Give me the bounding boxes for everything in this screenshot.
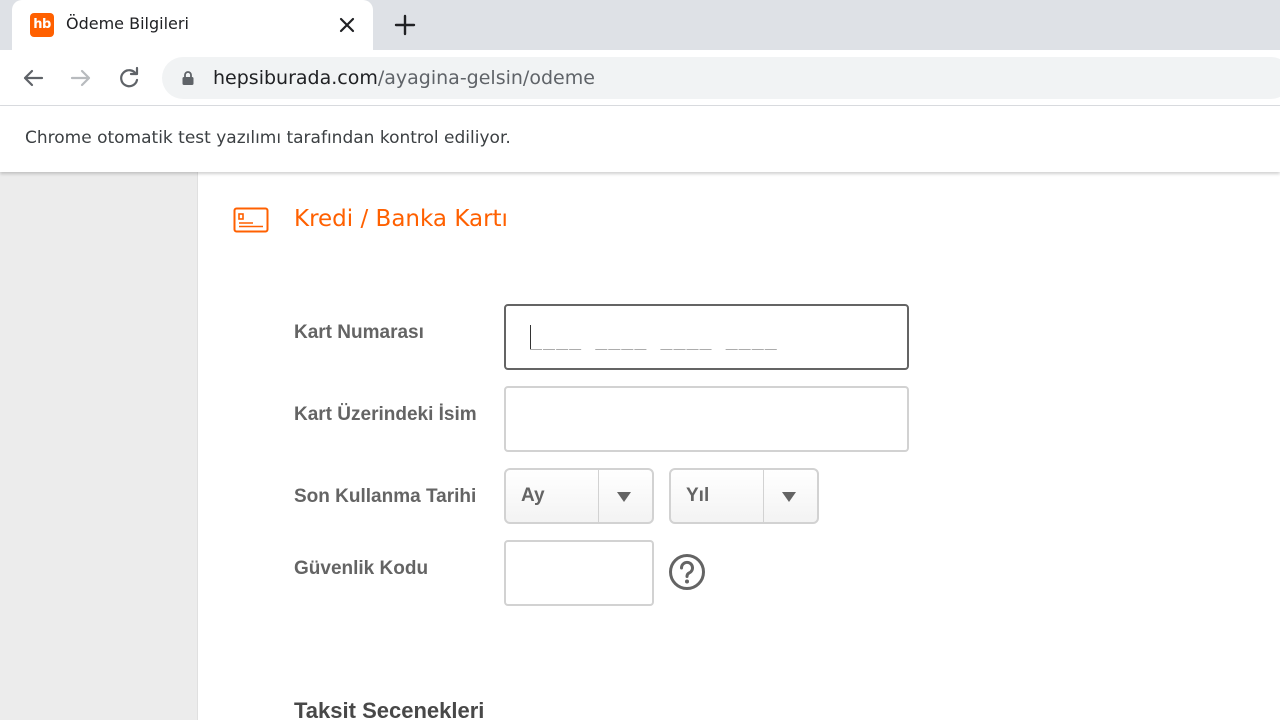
card-name-input[interactable]: [504, 386, 909, 452]
url-path: /ayagina-gelsin/odeme: [377, 67, 595, 89]
installments-title: Taksit Secenekleri: [294, 698, 485, 720]
automation-infobar: Chrome otomatik test yazılımı tarafından…: [0, 106, 1280, 172]
page-content: Kredi / Banka Kartı Kart Numarası ____ _…: [0, 172, 1280, 720]
tab-strip: hb Ödeme Bilgileri: [0, 0, 1280, 50]
browser-tab[interactable]: hb Ödeme Bilgileri: [12, 0, 373, 50]
expiry-month-value: Ay: [521, 485, 545, 506]
infobar-text: Chrome otomatik test yazılımı tarafından…: [25, 128, 511, 148]
url-text: hepsiburada.com/ayagina-gelsin/odeme: [213, 67, 595, 89]
card-number-input[interactable]: ____ ____ ____ ____: [504, 304, 909, 370]
lock-icon[interactable]: [180, 70, 196, 86]
hepsiburada-favicon-icon: hb: [30, 13, 54, 37]
back-icon[interactable]: [18, 63, 48, 93]
caret-down-icon: [617, 492, 631, 502]
text-caret: [530, 325, 531, 349]
select-divider: [763, 470, 764, 522]
card-name-label: Kart Üzerindeki İsim: [294, 404, 477, 425]
card-number-placeholder: ____ ____ ____ ____: [530, 326, 778, 350]
left-sidebar: [0, 172, 198, 720]
cvv-input[interactable]: [504, 540, 654, 606]
card-number-label: Kart Numarası: [294, 322, 424, 343]
forward-icon[interactable]: [66, 63, 96, 93]
select-divider: [598, 470, 599, 522]
tab-close-icon[interactable]: [334, 12, 360, 38]
expiry-year-select[interactable]: Yıl: [669, 468, 819, 524]
expiry-year-value: Yıl: [686, 485, 710, 506]
expiry-month-select[interactable]: Ay: [504, 468, 654, 524]
caret-down-icon: [782, 492, 796, 502]
expiry-label: Son Kullanma Tarihi: [294, 486, 477, 507]
browser-toolbar: hepsiburada.com/ayagina-gelsin/odeme: [0, 50, 1280, 106]
cvv-label: Güvenlik Kodu: [294, 558, 429, 579]
new-tab-icon[interactable]: [390, 10, 420, 40]
address-bar[interactable]: hepsiburada.com/ayagina-gelsin/odeme: [162, 57, 1280, 99]
tab-title: Ödeme Bilgileri: [66, 14, 189, 33]
reload-icon[interactable]: [114, 63, 144, 93]
credit-card-icon: [233, 207, 269, 233]
help-question-icon[interactable]: [668, 553, 706, 591]
payment-method-title: Kredi / Banka Kartı: [294, 206, 508, 232]
url-host: hepsiburada.com: [213, 67, 378, 89]
